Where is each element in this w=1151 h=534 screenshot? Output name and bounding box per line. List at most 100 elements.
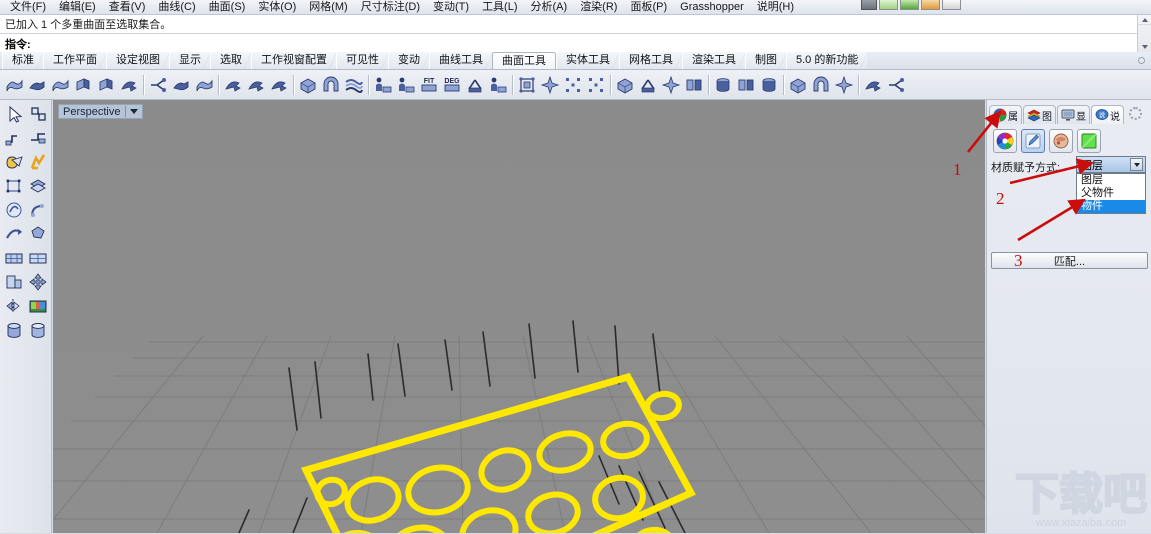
- tab-standard[interactable]: 标准: [2, 52, 44, 69]
- gear-icon[interactable]: [1129, 107, 1142, 120]
- panel-tab-properties[interactable]: 属: [989, 105, 1022, 124]
- tab-set-view[interactable]: 设定视图: [106, 52, 170, 69]
- surface-div[interactable]: [660, 73, 682, 97]
- select-object-button[interactable]: [26, 102, 50, 126]
- surface-people-3[interactable]: [487, 73, 509, 97]
- control-dark-icon[interactable]: [861, 0, 877, 10]
- surface-extrude-3[interactable]: [49, 73, 71, 97]
- surface-extrude-2[interactable]: [26, 73, 48, 97]
- command-prompt-row[interactable]: 指令:: [0, 35, 1137, 52]
- rectangle-plane-2-button[interactable]: [26, 246, 50, 270]
- surface-dots-2[interactable]: [585, 73, 607, 97]
- texture-button[interactable]: [1049, 129, 1073, 153]
- control-green-1-icon[interactable]: [879, 0, 898, 10]
- surface-dots[interactable]: [562, 73, 584, 97]
- surface-extrude-1[interactable]: [3, 73, 25, 97]
- surface-people-2[interactable]: [395, 73, 417, 97]
- dropdown-option-parent[interactable]: 父物件: [1077, 187, 1145, 200]
- menu-item-grasshopper[interactable]: Grasshopper: [674, 1, 751, 13]
- menu-item-render[interactable]: 渲染(R): [574, 1, 624, 13]
- surface-flow-2[interactable]: [245, 73, 267, 97]
- tab-cplane[interactable]: 工作平面: [43, 52, 107, 69]
- menu-item-view[interactable]: 查看(V): [103, 1, 153, 13]
- menu-item-panels[interactable]: 面板(P): [624, 1, 674, 13]
- surface-blade-2[interactable]: [95, 73, 117, 97]
- control-points-button[interactable]: [2, 174, 26, 198]
- dropdown-option-object[interactable]: 物件: [1077, 200, 1145, 213]
- sweep-button[interactable]: [2, 222, 26, 246]
- extrude-curve-button[interactable]: [2, 126, 26, 150]
- tab-mesh-tools[interactable]: 网格工具: [619, 52, 683, 69]
- menu-item-tools[interactable]: 工具(L): [476, 1, 524, 13]
- menu-item-solid[interactable]: 实体(O): [252, 1, 303, 13]
- panel-tab-help[interactable]: 说 说: [1091, 105, 1124, 124]
- tab-drafting[interactable]: 制图: [745, 52, 787, 69]
- menu-item-surface[interactable]: 曲面(S): [203, 1, 253, 13]
- deg-button[interactable]: DEG: [441, 73, 463, 97]
- menu-item-curve[interactable]: 曲线(C): [152, 1, 202, 13]
- tabstrip-options-icon[interactable]: [1138, 57, 1145, 64]
- surface-misc-1[interactable]: [862, 73, 884, 97]
- scroll-track[interactable]: [1138, 25, 1151, 42]
- blend-surface-button[interactable]: [2, 198, 26, 222]
- surface-arch[interactable]: [320, 73, 342, 97]
- surface-tools-button[interactable]: [26, 174, 50, 198]
- tab-surface-tools[interactable]: 曲面工具: [492, 52, 556, 69]
- surface-wave[interactable]: [343, 73, 365, 97]
- mirror-button[interactable]: [2, 294, 26, 318]
- panel-tab-layers[interactable]: 图: [1023, 105, 1056, 124]
- surface-star[interactable]: [539, 73, 561, 97]
- tab-select[interactable]: 选取: [210, 52, 252, 69]
- chevron-down-icon[interactable]: [1130, 158, 1143, 171]
- menu-item-help[interactable]: 说明(H): [751, 1, 801, 13]
- material-assign-dropdown-list[interactable]: 图层 父物件 物件: [1076, 173, 1146, 214]
- menu-item-edit[interactable]: 编辑(E): [53, 1, 103, 13]
- surface-pipe-2[interactable]: [735, 73, 757, 97]
- render-preview-button[interactable]: [26, 294, 50, 318]
- explode-button[interactable]: [26, 150, 50, 174]
- menu-item-mesh[interactable]: 网格(M): [303, 1, 355, 13]
- cylinder-1-button[interactable]: [2, 318, 26, 342]
- select-arrow-button[interactable]: [2, 102, 26, 126]
- surface-untrim[interactable]: [637, 73, 659, 97]
- control-orange-icon[interactable]: [921, 0, 940, 10]
- surface-pipe-3[interactable]: [758, 73, 780, 97]
- surface-twist[interactable]: [118, 73, 140, 97]
- surface-blend-1[interactable]: [170, 73, 192, 97]
- panel-tab-display[interactable]: 显: [1057, 105, 1090, 124]
- surface-trim[interactable]: [464, 73, 486, 97]
- surface-pipe-1[interactable]: [712, 73, 734, 97]
- menu-item-dimension[interactable]: 尺寸标注(D): [355, 1, 427, 13]
- loft-button[interactable]: [26, 222, 50, 246]
- material-assign-select[interactable]: 图层: [1076, 156, 1146, 173]
- surface-blend-2[interactable]: [193, 73, 215, 97]
- chevron-down-icon[interactable]: [130, 109, 139, 114]
- swatch-button[interactable]: [1077, 129, 1101, 153]
- command-scrollbar[interactable]: [1137, 15, 1151, 52]
- tab-whats-new[interactable]: 5.0 的新功能: [786, 52, 869, 69]
- tab-transform[interactable]: 变动: [388, 52, 430, 69]
- tab-render-tools[interactable]: 渲染工具: [682, 52, 746, 69]
- surface-control-points[interactable]: [516, 73, 538, 97]
- scroll-down-arrow-icon[interactable]: [1138, 42, 1151, 52]
- surface-box[interactable]: [297, 73, 319, 97]
- tab-solid-tools[interactable]: 实体工具: [556, 52, 620, 69]
- surface-merge[interactable]: [683, 73, 705, 97]
- color-wheel-button[interactable]: [993, 129, 1017, 153]
- surface-shrink[interactable]: [614, 73, 636, 97]
- surface-misc-2[interactable]: [885, 73, 907, 97]
- surface-render-1[interactable]: [787, 73, 809, 97]
- extrude-surface-button[interactable]: [26, 126, 50, 150]
- surface-people-1[interactable]: [372, 73, 394, 97]
- boolean-union-button[interactable]: [2, 150, 26, 174]
- surface-render-2[interactable]: [810, 73, 832, 97]
- perspective-viewport[interactable]: Perspective: [53, 100, 985, 533]
- control-green-2-icon[interactable]: [900, 0, 919, 10]
- dropdown-option-layer[interactable]: 图层: [1077, 174, 1145, 187]
- surface-flow-1[interactable]: [222, 73, 244, 97]
- surface-split-curve[interactable]: [147, 73, 169, 97]
- fillet-button[interactable]: [26, 198, 50, 222]
- tab-curve-tools[interactable]: 曲线工具: [429, 52, 493, 69]
- menu-item-file[interactable]: 文件(F): [4, 1, 53, 13]
- viewport-title-bar[interactable]: Perspective: [58, 104, 144, 119]
